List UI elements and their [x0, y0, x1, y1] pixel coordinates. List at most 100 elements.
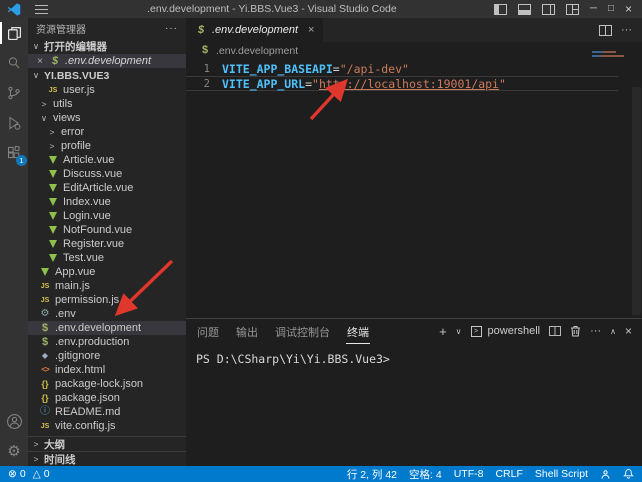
section-project[interactable]: ∨ YI.BBS.VUE3	[28, 68, 186, 83]
powershell-icon: >	[471, 326, 482, 337]
close-tab-icon[interactable]: ×	[308, 24, 314, 36]
sidebar-item-run-debug[interactable]	[0, 108, 28, 138]
file-tree: JSuser.js>utils∨views>error > profileArtic…	[28, 83, 186, 436]
section-outline[interactable]: > 大纲	[28, 436, 186, 451]
panel-more-actions-icon[interactable]: ···	[590, 325, 601, 337]
close-panel-icon[interactable]: ×	[625, 324, 632, 338]
close-window-icon[interactable]: ×	[625, 3, 632, 15]
settings-button[interactable]: ⚙	[0, 436, 28, 466]
terminal-output[interactable]: PS D:\CSharp\Yi\Yi.BBS.Vue3>	[186, 343, 642, 466]
sidebar-item-explorer[interactable]	[0, 18, 28, 48]
explorer-more-actions-icon[interactable]: ···	[165, 23, 178, 34]
new-terminal-icon[interactable]: +	[439, 325, 447, 338]
problems-status[interactable]: ⊗0 △0	[8, 468, 50, 480]
editor-group: $ .env.development × ··· $ .env.developm…	[186, 18, 642, 466]
tab-env-development[interactable]: $ .env.development ×	[186, 18, 323, 42]
explorer-title: 资源管理器	[36, 21, 86, 36]
toggle-secondary-sidebar-icon[interactable]	[542, 4, 555, 15]
tree-item-.env.development[interactable]: $.env.development	[28, 321, 186, 335]
tree-item-Test.vue[interactable]: Test.vue	[28, 251, 186, 265]
tree-item-label: App.vue	[55, 266, 95, 278]
close-editor-icon: ×	[35, 56, 45, 67]
tree-item-permission.js[interactable]: JSpermission.js	[28, 293, 186, 307]
minimize-icon[interactable]: ─	[590, 4, 597, 14]
tree-item-label: index.html	[55, 364, 105, 376]
tree-item-package.json[interactable]: {}package.json	[28, 391, 186, 405]
status-item[interactable]: 行 2, 列 42	[347, 467, 397, 482]
panel-tab-终端[interactable]: 终端	[346, 319, 370, 344]
terminal-shell-label[interactable]: powershell	[488, 325, 541, 337]
chevron-right-icon: >	[47, 141, 57, 151]
tree-item-Index.vue[interactable]: Index.vue	[28, 195, 186, 209]
customize-layout-icon[interactable]	[566, 4, 579, 15]
window-title: .env.development - Yi.BBS.Vue3 - Visual …	[56, 3, 488, 15]
tree-item-index.html[interactable]: <>index.html	[28, 363, 186, 377]
tree-item-label: profile	[61, 140, 91, 152]
notifications-bell-icon[interactable]	[623, 468, 634, 480]
tree-item-package-lock.json[interactable]: {}package-lock.json	[28, 377, 186, 391]
kill-terminal-icon[interactable]	[570, 325, 581, 337]
breadcrumb[interactable]: $ .env.development	[186, 42, 642, 59]
tree-item-NotFound.vue[interactable]: NotFound.vue	[28, 223, 186, 237]
code-editor[interactable]: 1VITE_APP_BASEAPI="/api-dev"2VITE_APP_UR…	[186, 59, 642, 318]
tree-item-Article.vue[interactable]: Article.vue	[28, 153, 186, 167]
toggle-sidebar-icon[interactable]	[494, 4, 507, 15]
tree-item-views[interactable]: ∨views	[28, 111, 186, 125]
tree-item-Discuss.vue[interactable]: Discuss.vue	[28, 167, 186, 181]
code-line-1[interactable]: 1VITE_APP_BASEAPI="/api-dev"	[186, 61, 642, 76]
section-open-editors[interactable]: ∨ 打开的编辑器	[28, 39, 186, 54]
tree-item-App.vue[interactable]: App.vue	[28, 265, 186, 279]
tree-item-profile[interactable]: > profile	[28, 139, 186, 153]
editor-more-actions-icon[interactable]: ···	[621, 24, 632, 36]
toggle-panel-icon[interactable]	[518, 4, 531, 15]
split-terminal-icon[interactable]	[549, 326, 561, 336]
section-timeline[interactable]: > 时间线	[28, 451, 186, 466]
tree-item-Login.vue[interactable]: Login.vue	[28, 209, 186, 223]
panel-tab-问题[interactable]: 问题	[196, 319, 220, 344]
js-file-icon: JS	[39, 283, 51, 290]
menu-icon[interactable]	[35, 5, 48, 14]
js-file-icon: JS	[39, 297, 51, 304]
git-file-icon: ◆	[39, 352, 51, 360]
maximize-panel-icon[interactable]: ∧	[610, 327, 616, 336]
tree-item-vite.config.js[interactable]: JSvite.config.js	[28, 419, 186, 433]
maximize-icon[interactable]: □	[608, 4, 614, 14]
tree-item-main.js[interactable]: JS main.js	[28, 279, 186, 293]
tree-item-label: Test.vue	[63, 252, 104, 264]
tree-item-.env.production[interactable]: $.env.production	[28, 335, 186, 349]
shell-file-icon: $	[49, 56, 61, 67]
tree-item-label: utils	[53, 98, 73, 110]
tree-item-Register.vue[interactable]: Register.vue	[28, 237, 186, 251]
split-editor-icon[interactable]	[599, 25, 612, 36]
panel-tab-输出[interactable]: 输出	[235, 319, 259, 344]
tree-item-EditArticle.vue[interactable]: EditArticle.vue	[28, 181, 186, 195]
status-item[interactable]: UTF-8	[454, 468, 484, 480]
explorer-icon	[6, 25, 23, 42]
line-text: VITE_APP_URL="http://localhost:19001/api…	[210, 77, 506, 91]
tree-item-error[interactable]: >error	[28, 125, 186, 139]
chevron-right-icon: >	[31, 454, 41, 464]
editor-scrollbar[interactable]	[632, 87, 641, 315]
sidebar-item-extensions[interactable]: 1	[0, 138, 28, 168]
token[interactable]: http://localhost:19001/api	[319, 77, 499, 91]
panel-tab-调试控制台[interactable]: 调试控制台	[274, 319, 331, 344]
status-item[interactable]: 空格: 4	[409, 467, 442, 482]
tree-item-README.md[interactable]: ⓘREADME.md	[28, 405, 186, 419]
status-item[interactable]: Shell Script	[535, 468, 588, 480]
sidebar-item-source-control[interactable]	[0, 78, 28, 108]
minimap[interactable]	[592, 51, 626, 58]
tree-item-.env[interactable]: ⚙.env	[28, 307, 186, 321]
tree-item-utils[interactable]: >utils	[28, 97, 186, 111]
accounts-button[interactable]	[0, 406, 28, 436]
token: VITE_APP_URL	[222, 77, 305, 91]
tree-item-.gitignore[interactable]: ◆.gitignore	[28, 349, 186, 363]
shell-file-icon: $	[39, 337, 51, 348]
feedback-icon[interactable]	[600, 469, 611, 480]
code-line-2[interactable]: 2VITE_APP_URL="http://localhost:19001/ap…	[186, 76, 618, 91]
terminal-profile-chevron-icon[interactable]: ∨	[456, 327, 462, 336]
tree-item-user.js[interactable]: JSuser.js	[28, 83, 186, 97]
sidebar-item-search[interactable]	[0, 48, 28, 78]
tree-item-label: main.js	[55, 280, 90, 292]
status-item[interactable]: CRLF	[495, 468, 522, 480]
open-editor-item-.env.development[interactable]: ×$.env.development	[28, 54, 186, 68]
